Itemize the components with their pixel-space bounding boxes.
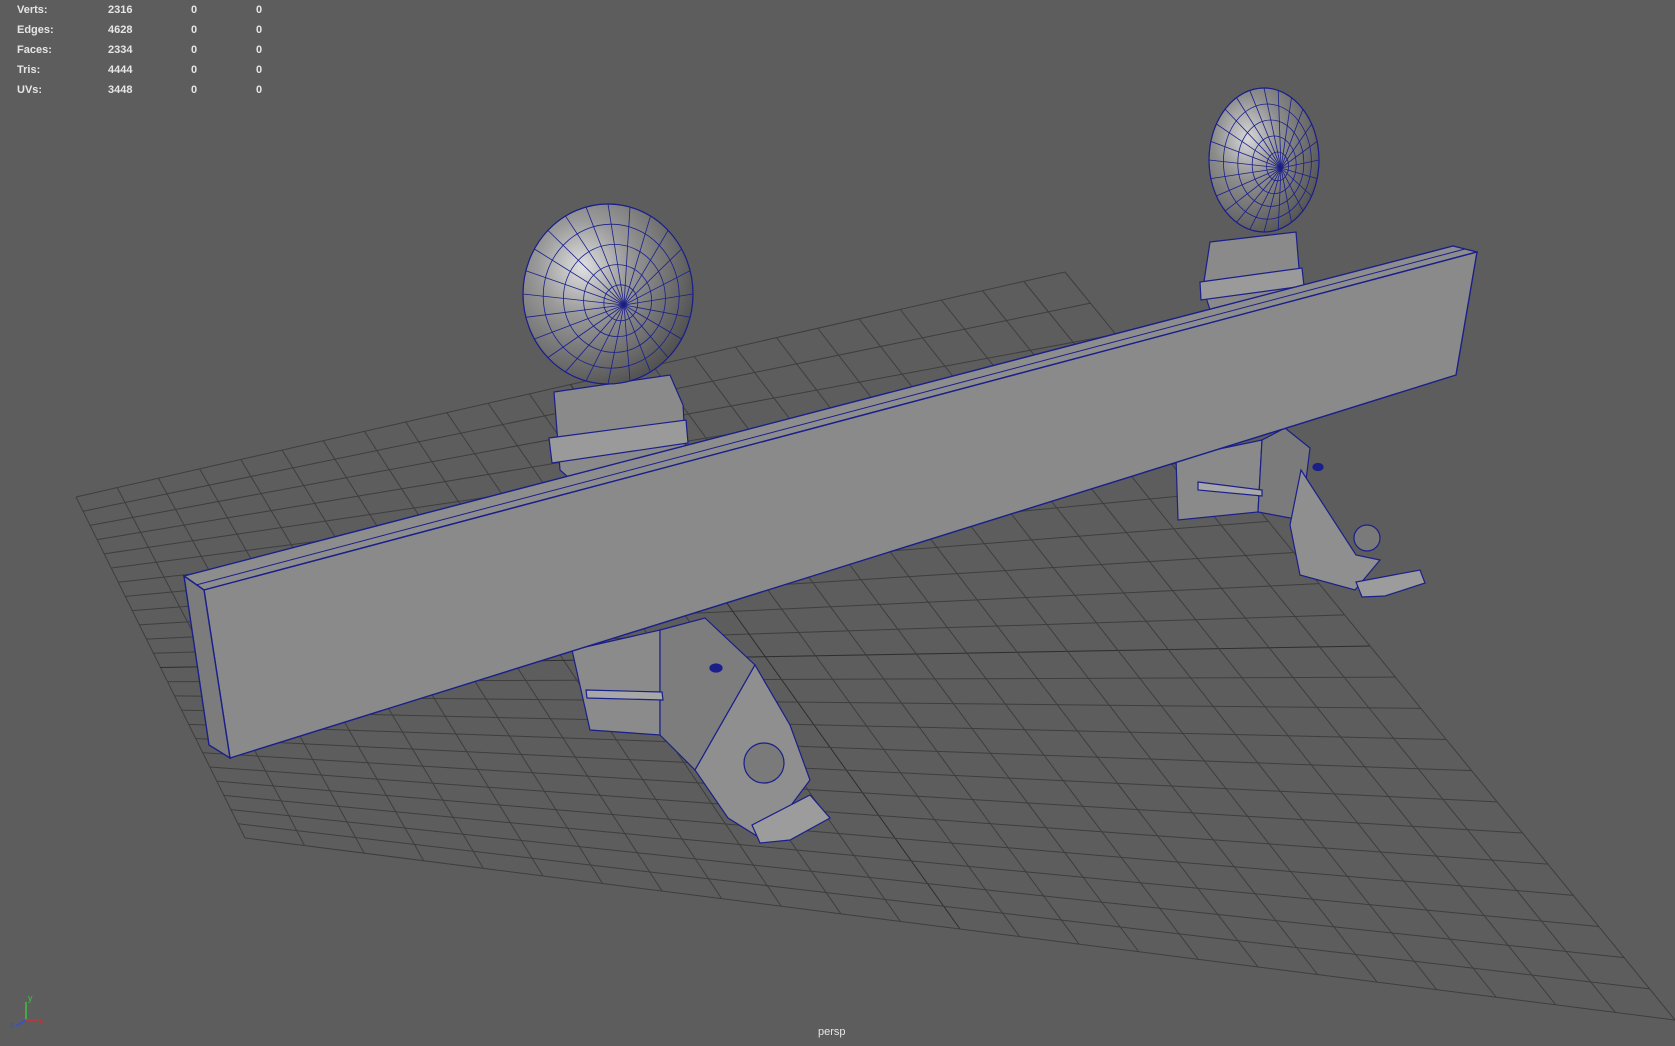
hud-value: 0 bbox=[256, 4, 263, 16]
hud-value: 2334 bbox=[108, 44, 133, 56]
front-stand[interactable] bbox=[571, 617, 831, 844]
hud-value: 0 bbox=[191, 44, 198, 56]
hud-label: UVs: bbox=[17, 84, 43, 96]
hud-value: 0 bbox=[191, 24, 198, 36]
hud-value: 0 bbox=[191, 64, 198, 76]
hud-value: 0 bbox=[191, 4, 198, 16]
grid-line bbox=[237, 823, 1650, 990]
axis-gizmo-icon: y x z bbox=[10, 993, 44, 1030]
rear-stand[interactable] bbox=[1175, 427, 1426, 598]
z-axis-line bbox=[15, 1019, 27, 1027]
hud-value: 3448 bbox=[108, 84, 133, 96]
z-axis-label: z bbox=[10, 1020, 15, 1030]
left-lamp[interactable] bbox=[522, 203, 694, 489]
grid-line bbox=[230, 809, 1625, 959]
hud-label: Tris: bbox=[17, 64, 41, 76]
perspective-viewport[interactable]: Verts: 2316 0 0 Edges: 4628 0 0 Faces: 2… bbox=[0, 0, 1675, 1046]
hud-value: 0 bbox=[256, 64, 263, 76]
hud-value: 0 bbox=[191, 84, 198, 96]
camera-name-label: persp bbox=[818, 1026, 846, 1038]
right-lamp[interactable] bbox=[1199, 87, 1320, 317]
hud-value: 4628 bbox=[108, 24, 133, 36]
scene-canvas[interactable] bbox=[0, 0, 1675, 1046]
y-axis-label: y bbox=[28, 993, 33, 1003]
hud-label: Faces: bbox=[17, 44, 52, 56]
hud-label: Edges: bbox=[17, 24, 54, 36]
hud-label: Verts: bbox=[17, 4, 48, 16]
hud-value: 0 bbox=[256, 24, 263, 36]
hud-value: 0 bbox=[256, 84, 263, 96]
hud-value: 4444 bbox=[108, 64, 133, 76]
x-axis-label: x bbox=[39, 1016, 44, 1026]
hud-value: 2316 bbox=[108, 4, 133, 16]
grid-line bbox=[209, 766, 1548, 865]
hud-value: 0 bbox=[256, 44, 263, 56]
grid-line bbox=[223, 794, 1599, 927]
